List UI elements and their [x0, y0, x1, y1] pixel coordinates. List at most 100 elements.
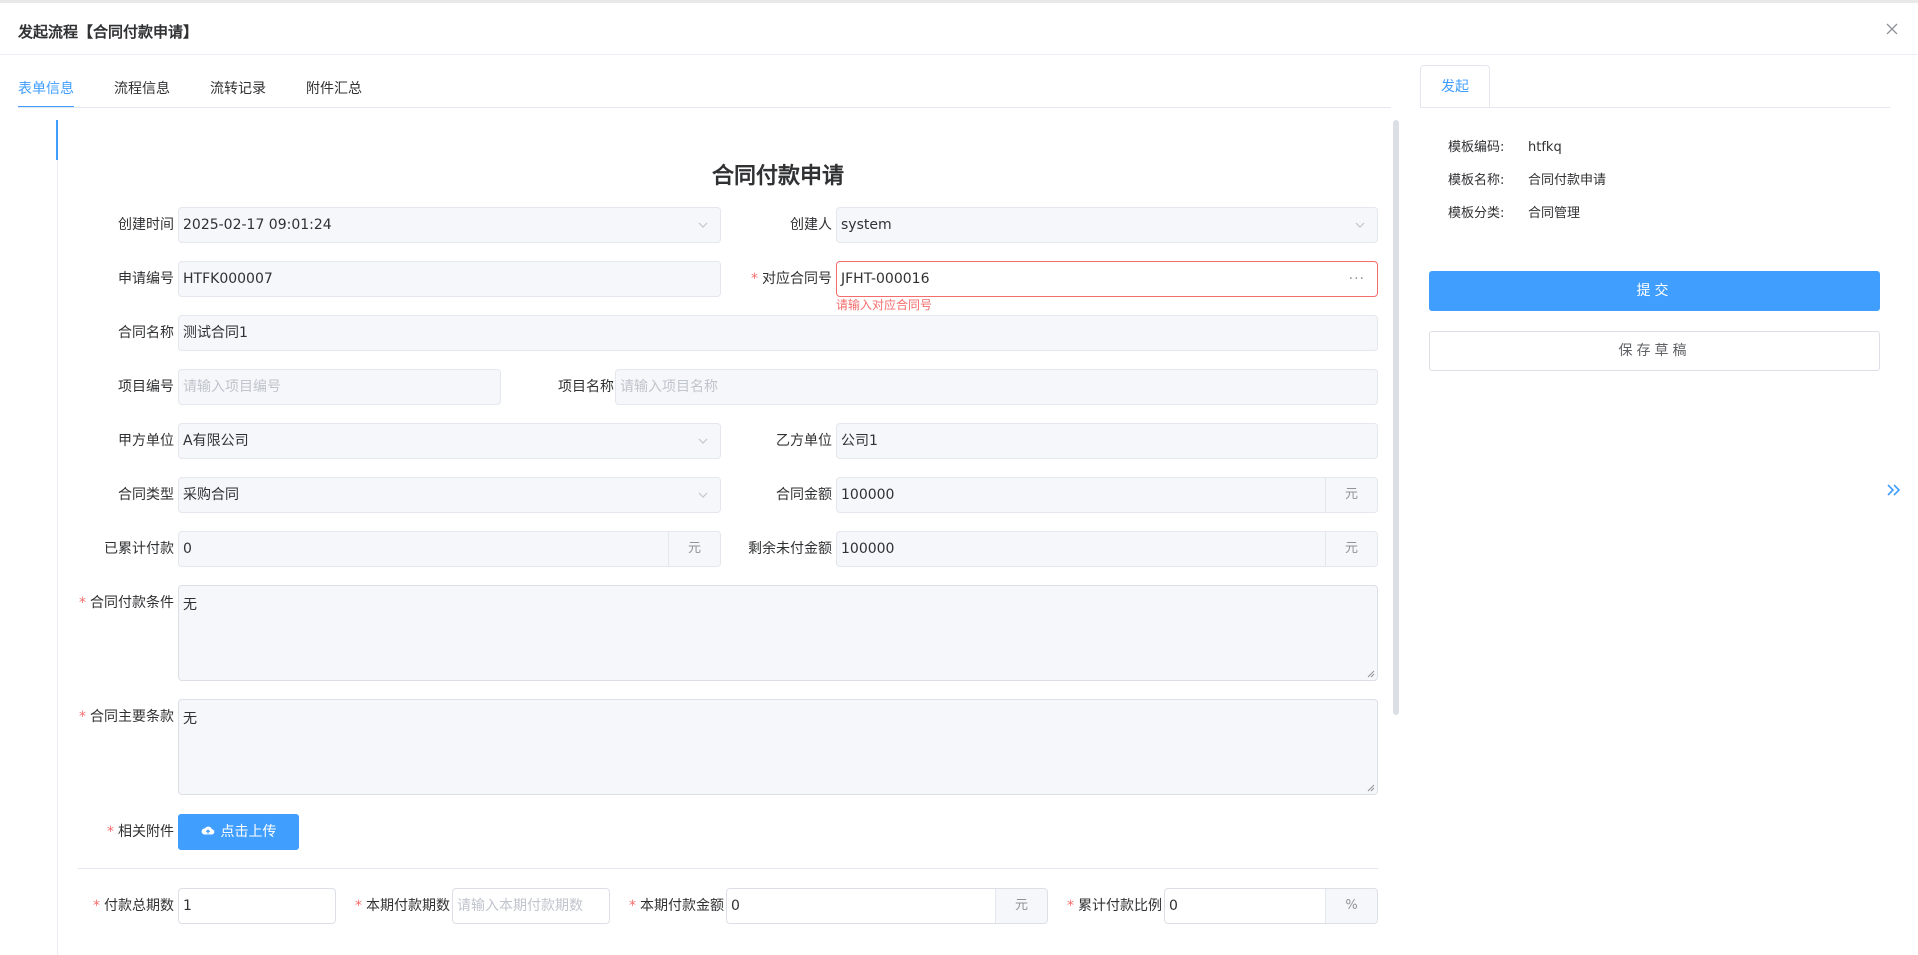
current-period-placeholder: 请输入本期付款期数: [457, 898, 583, 914]
save-draft-button[interactable]: 保存草稿: [1429, 331, 1880, 371]
creator-label: 创建人: [790, 217, 832, 233]
resize-grip-icon[interactable]: [1367, 784, 1375, 792]
cumulative-ratio-label: * 累计付款比例: [1067, 898, 1162, 914]
dialog-titlebar: 发起流程【合同付款申请】: [0, 0, 1918, 55]
paid-total-field[interactable]: 0 元: [178, 531, 721, 567]
current-amount-label: * 本期付款金额: [629, 898, 724, 914]
party-a-field[interactable]: A有限公司: [178, 423, 721, 459]
created-time-value: 2025-02-17 09:01:24: [183, 217, 332, 233]
dialog-title: 发起流程【合同付款申请】: [18, 23, 199, 41]
template-name-label: 模板名称:: [1448, 173, 1505, 188]
attachments-label: * 相关附件: [107, 824, 174, 840]
party-a-value: A有限公司: [183, 433, 249, 449]
current-amount-unit: 元: [995, 889, 1047, 923]
template-code-label: 模板编码:: [1448, 140, 1505, 155]
project-name-label: 项目名称: [558, 379, 614, 395]
payment-terms-value: 无: [183, 597, 197, 613]
template-category-label: 模板分类:: [1448, 206, 1505, 221]
current-period-field[interactable]: 请输入本期付款期数: [452, 888, 610, 924]
chevron-down-icon: [1355, 222, 1365, 228]
remaining-unit: 元: [1325, 532, 1377, 566]
contract-name-label: 合同名称: [118, 325, 174, 341]
creator-field[interactable]: system: [836, 207, 1378, 243]
project-name-field[interactable]: 请输入项目名称: [615, 369, 1378, 405]
paid-total-unit: 元: [668, 532, 720, 566]
chevron-down-icon: [698, 438, 708, 444]
contract-type-field[interactable]: 采购合同: [178, 477, 721, 513]
section-divider: [78, 868, 1378, 869]
paid-total-value: 0: [183, 541, 192, 557]
cumulative-ratio-field[interactable]: 0 %: [1164, 888, 1378, 924]
paid-total-label: 已累计付款: [104, 541, 174, 557]
main-terms-label: * 合同主要条款: [79, 709, 174, 725]
more-icon[interactable]: ···: [1349, 262, 1365, 296]
contract-name-value: 测试合同1: [183, 325, 248, 341]
contract-name-field[interactable]: 测试合同1: [178, 315, 1378, 351]
upload-button-label: 点击上传: [220, 824, 277, 840]
tab-launch[interactable]: 发起: [1420, 65, 1490, 108]
cumulative-ratio-unit: %: [1325, 889, 1377, 923]
total-periods-value: 1: [183, 898, 192, 914]
payment-terms-label: * 合同付款条件: [79, 595, 174, 611]
template-name-value: 合同付款申请: [1528, 173, 1607, 188]
contract-no-value: JFHT-000016: [841, 271, 930, 287]
party-a-label: 甲方单位: [118, 433, 174, 449]
contract-no-field[interactable]: JFHT-000016 ···: [836, 261, 1378, 297]
tab-process-info[interactable]: 流程信息: [114, 68, 170, 108]
contract-no-label: * 对应合同号: [751, 271, 832, 287]
contract-amount-value: 100000: [841, 487, 895, 503]
contract-type-label: 合同类型: [118, 487, 174, 503]
remaining-label: 剩余未付金额: [748, 541, 832, 557]
tab-form-info[interactable]: 表单信息: [18, 68, 74, 108]
resize-grip-icon[interactable]: [1367, 670, 1375, 678]
cumulative-ratio-value: 0: [1169, 898, 1178, 914]
project-no-field[interactable]: 请输入项目编号: [178, 369, 501, 405]
tabs-divider: [18, 107, 1391, 108]
template-category-value: 合同管理: [1528, 206, 1581, 221]
created-time-label: 创建时间: [118, 217, 174, 233]
tab-attachments[interactable]: 附件汇总: [306, 68, 362, 108]
created-time-field[interactable]: 2025-02-17 09:01:24: [178, 207, 721, 243]
double-chevron-right-icon[interactable]: [1884, 480, 1904, 500]
close-icon[interactable]: [1882, 19, 1902, 39]
right-tabs-divider: [1420, 107, 1890, 108]
party-b-field[interactable]: 公司1: [836, 423, 1378, 459]
party-b-value: 公司1: [841, 433, 878, 449]
side-indicator: [56, 120, 58, 160]
form-tabs: 表单信息 流程信息 流转记录 附件汇总: [18, 68, 362, 108]
project-no-label: 项目编号: [118, 379, 174, 395]
main-terms-value: 无: [183, 711, 197, 727]
creator-value: system: [841, 217, 892, 233]
chevron-down-icon: [698, 492, 708, 498]
current-period-label: * 本期付款期数: [355, 898, 450, 914]
contract-no-error: 请输入对应合同号: [836, 298, 933, 312]
contract-amount-field[interactable]: 100000 元: [836, 477, 1378, 513]
form-scrollbar[interactable]: [1393, 120, 1399, 715]
remaining-value: 100000: [841, 541, 895, 557]
submit-button[interactable]: 提交: [1429, 271, 1880, 311]
template-code-row: 模板编码: htfkq: [1448, 138, 1562, 158]
form-title: 合同付款申请: [711, 164, 844, 189]
main-terms-textarea[interactable]: 无: [178, 699, 1378, 795]
upload-button[interactable]: 点击上传: [178, 814, 299, 850]
template-name-row: 模板名称: 合同付款申请: [1448, 171, 1606, 191]
current-amount-value: 0: [731, 898, 740, 914]
side-line: [57, 120, 58, 955]
cloud-upload-icon: [201, 826, 214, 835]
template-code-value: htfkq: [1528, 140, 1562, 155]
apply-no-value: HTFK000007: [183, 271, 273, 287]
contract-type-value: 采购合同: [183, 487, 239, 503]
remaining-field[interactable]: 100000 元: [836, 531, 1378, 567]
party-b-label: 乙方单位: [776, 433, 832, 449]
apply-no-field[interactable]: HTFK000007: [178, 261, 721, 297]
project-name-placeholder: 请输入项目名称: [620, 379, 718, 395]
chevron-down-icon: [698, 222, 708, 228]
contract-amount-label: 合同金额: [776, 487, 832, 503]
apply-no-label: 申请编号: [118, 271, 174, 287]
current-amount-field[interactable]: 0 元: [726, 888, 1048, 924]
payment-terms-textarea[interactable]: 无: [178, 585, 1378, 681]
total-periods-field[interactable]: 1: [178, 888, 336, 924]
template-category-row: 模板分类: 合同管理: [1448, 204, 1580, 224]
tab-flow-records[interactable]: 流转记录: [210, 68, 266, 108]
contract-amount-unit: 元: [1325, 478, 1377, 512]
